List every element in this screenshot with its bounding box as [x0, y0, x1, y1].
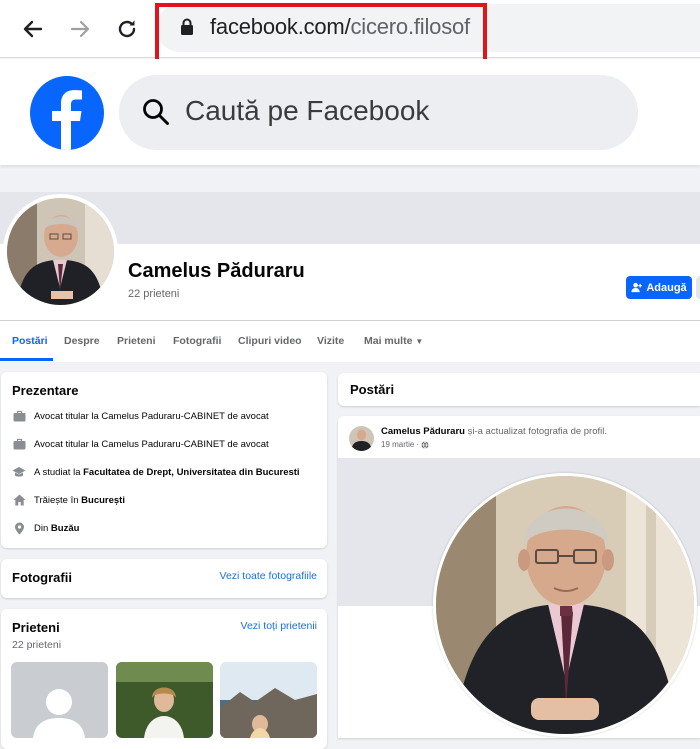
friends-count: 22 prieteni	[12, 639, 62, 651]
post-action-text: și-a actualizat fotografia de profil.	[467, 426, 607, 437]
reload-button[interactable]	[110, 12, 144, 46]
location-pin-icon	[12, 521, 26, 535]
post-headline: Camelus Păduraru și-a actualizat fotogra…	[381, 426, 607, 437]
reload-icon	[118, 20, 136, 38]
briefcase-icon	[12, 409, 26, 423]
hometown[interactable]: Buzău	[51, 523, 80, 534]
friend-thumbnail[interactable]	[116, 662, 213, 738]
tab-photos[interactable]: Fotografii	[173, 335, 221, 347]
post-date[interactable]: 19 martie	[381, 440, 414, 449]
home-icon	[12, 493, 26, 507]
search-box[interactable]: Caută pe Facebook	[119, 75, 638, 150]
intro-item: Avocat titular la Camelus Paduraru-CABIN…	[12, 409, 269, 423]
current-city[interactable]: București	[81, 495, 125, 506]
tab-videos[interactable]: Clipuri video	[238, 335, 302, 347]
url-highlight-box	[155, 3, 487, 66]
forward-button[interactable]	[63, 12, 97, 46]
tab-about[interactable]: Despre	[64, 335, 100, 347]
post-author-name[interactable]: Camelus Păduraru	[381, 426, 465, 437]
active-tab-indicator	[0, 358, 53, 361]
forward-arrow-icon	[70, 20, 90, 38]
tabs-divider	[0, 320, 700, 321]
search-placeholder: Caută pe Facebook	[185, 95, 430, 126]
default-avatar-icon	[33, 689, 85, 738]
post-profile-photo[interactable]	[433, 473, 697, 737]
tab-more-label: Mai multe	[364, 335, 413, 347]
back-button[interactable]	[16, 12, 50, 46]
caret-down-icon: ▼	[415, 337, 424, 346]
profile-name: Camelus Păduraru	[128, 260, 305, 282]
intro-text: A studiat la Facultatea de Drept, Univer…	[34, 466, 300, 478]
photos-card: Fotografii Vezi toate fotografiile	[1, 559, 327, 598]
facebook-header: Caută pe Facebook	[0, 59, 700, 165]
tab-more[interactable]: Mai multe ▼	[364, 335, 423, 347]
search-icon	[143, 99, 169, 125]
intro-text: Avocat titular la Camelus Paduraru-CABIN…	[34, 410, 269, 422]
post-author-avatar[interactable]	[349, 426, 374, 451]
tab-posts[interactable]: Postări	[12, 335, 48, 347]
intro-item: A studiat la Facultatea de Drept, Univer…	[12, 465, 300, 479]
back-arrow-icon	[23, 20, 43, 38]
browser-toolbar: facebook.com/cicero.filosof	[0, 0, 700, 66]
post-meta-separator: ·	[416, 440, 420, 449]
add-friend-label: Adaugă	[646, 281, 687, 294]
intro-item: Din Buzău	[12, 521, 79, 535]
school-name[interactable]: Facultatea de Drept, Universitatea din B…	[83, 467, 299, 478]
photos-title: Fotografii	[12, 570, 72, 585]
see-all-friends-link[interactable]: Vezi toți prietenii	[241, 620, 317, 632]
intro-title: Prezentare	[12, 383, 79, 398]
intro-item: Trăiește în București	[12, 493, 125, 507]
more-actions-button[interactable]	[696, 276, 700, 299]
friend-thumbnail[interactable]	[11, 662, 108, 738]
intro-card: Prezentare Avocat titular la Camelus Pad…	[1, 372, 327, 548]
friend-thumbnail[interactable]	[220, 662, 317, 738]
see-all-photos-link[interactable]: Vezi toate fotografiile	[220, 570, 317, 582]
post-meta: 19 martie ·	[381, 440, 429, 449]
profile-friends-count[interactable]: 22 prieteni	[128, 288, 179, 300]
graduation-cap-icon	[12, 465, 26, 479]
add-friend-button[interactable]: Adaugă	[626, 276, 692, 299]
posts-header: Postări	[338, 373, 700, 406]
globe-icon	[421, 440, 429, 449]
intro-text: Din Buzău	[34, 522, 80, 534]
posts-title: Postări	[350, 382, 395, 397]
add-person-icon	[631, 282, 643, 293]
profile-avatar[interactable]	[3, 194, 118, 309]
tab-checkins[interactable]: Vizite	[317, 335, 344, 347]
intro-item: Avocat titular la Camelus Paduraru-CABIN…	[12, 437, 269, 451]
intro-text: Trăiește în București	[34, 494, 125, 506]
tab-friends[interactable]: Prieteni	[117, 335, 156, 347]
friends-title: Prieteni	[12, 620, 60, 635]
briefcase-icon	[12, 437, 26, 451]
facebook-logo-icon[interactable]	[30, 76, 104, 150]
intro-text: Avocat titular la Camelus Paduraru-CABIN…	[34, 438, 269, 450]
